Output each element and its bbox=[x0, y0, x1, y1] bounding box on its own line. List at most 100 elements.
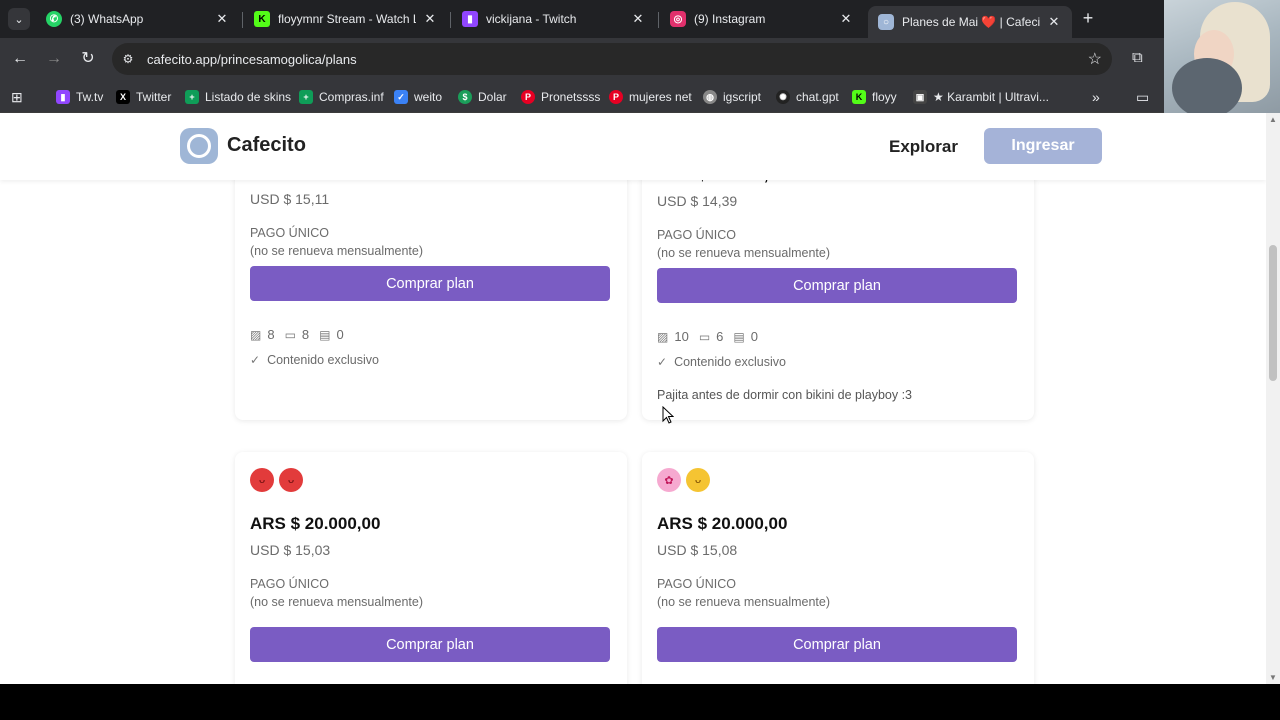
image-count: 10 bbox=[674, 329, 689, 344]
bookmark-item[interactable]: ▣ ★ Karambit | Ultravi... bbox=[913, 87, 1049, 107]
csfloat-icon: ▣ bbox=[913, 90, 927, 104]
bookmark-item[interactable]: $ Dolar bbox=[458, 87, 507, 107]
page-scrollbar[interactable]: ▲ ▼ bbox=[1266, 113, 1280, 684]
video-icon: ▭ bbox=[284, 327, 296, 342]
face-savoring-food-icon: ᴗ bbox=[686, 468, 710, 492]
tab-divider bbox=[658, 12, 659, 28]
tab-search-button[interactable]: ⌄ bbox=[8, 8, 30, 30]
bookmark-label: Dolar bbox=[478, 90, 507, 104]
tab-whatsapp[interactable]: ✆ (3) WhatsApp ✕ bbox=[36, 6, 240, 32]
image-icon: ▨ bbox=[250, 327, 262, 342]
address-bar[interactable]: ⚙ cafecito.app/princesamogolica/plans ☆ bbox=[112, 43, 1112, 75]
bookmark-item[interactable]: X Twitter bbox=[116, 87, 171, 107]
browser-toolbar: ← → ↻ ⚙ cafecito.app/princesamogolica/pl… bbox=[0, 38, 1164, 80]
explore-link[interactable]: Explorar bbox=[889, 137, 958, 157]
content-counts: ▨ 10 ▭ 6 ▤ 0 bbox=[657, 329, 768, 344]
new-tab-button[interactable]: + bbox=[1078, 8, 1098, 28]
whatsapp-icon: ✆ bbox=[46, 11, 62, 27]
exclusive-feature: ✓ Contenido exclusivo bbox=[250, 353, 379, 367]
bookmark-item[interactable]: + Listado de skins bbox=[185, 87, 291, 107]
vpn-icon: ✓ bbox=[394, 90, 408, 104]
payment-type: PAGO ÚNICO (no se renueva mensualmente) bbox=[657, 226, 830, 262]
usd-price: USD $ 15,08 bbox=[657, 542, 738, 558]
bookmark-label: Pronetssss bbox=[541, 90, 601, 104]
bookmark-item[interactable]: Pmujeres net bbox=[609, 87, 692, 107]
bookmark-item[interactable]: ✓ weito bbox=[394, 87, 442, 107]
payment-type: PAGO ÚNICO (no se renueva mensualmente) bbox=[250, 575, 423, 611]
site-header: Cafecito Explorar Ingresar bbox=[0, 113, 1266, 180]
plan-card: ᴗ ᴗ ARS $ 20.000,00 USD $ 15,03 PAGO ÚNI… bbox=[235, 452, 627, 684]
face-with-tongue-icon: ᴗ bbox=[279, 468, 303, 492]
forward-icon[interactable]: → bbox=[44, 49, 64, 69]
bookmark-item[interactable]: + Compras.inf bbox=[299, 87, 384, 107]
tab-kick[interactable]: K floyymnr Stream - Watch Live ✕ bbox=[244, 6, 448, 32]
file-count: 0 bbox=[336, 327, 344, 342]
tab-title: Planes de Mai ❤️ | Cafecito bbox=[902, 15, 1040, 29]
openai-icon: ✺ bbox=[776, 90, 790, 104]
bookmark-star-icon[interactable]: ☆ bbox=[1088, 49, 1102, 69]
bookmark-item[interactable]: P Pronetssss bbox=[521, 87, 600, 107]
cherry-blossom-icon: ✿ bbox=[657, 468, 681, 492]
video-count: 6 bbox=[716, 329, 724, 344]
bookmark-label: mujeres net bbox=[629, 90, 692, 104]
extensions-icon[interactable]: ⧉ bbox=[1132, 49, 1143, 66]
tab-cafecito[interactable]: ○ Planes de Mai ❤️ | Cafecito ✕ bbox=[868, 6, 1072, 38]
tab-title: floyymnr Stream - Watch Live bbox=[278, 12, 416, 26]
payment-type-label: PAGO ÚNICO bbox=[250, 577, 329, 591]
scrollbar-thumb[interactable] bbox=[1269, 245, 1277, 381]
scroll-down-icon[interactable]: ▼ bbox=[1269, 673, 1277, 682]
image-count: 8 bbox=[267, 327, 275, 342]
scroll-up-icon[interactable]: ▲ bbox=[1269, 115, 1277, 124]
video-icon: ▭ bbox=[698, 329, 711, 344]
close-icon[interactable]: ✕ bbox=[214, 11, 230, 27]
bottom-black-bar bbox=[0, 684, 1280, 720]
apps-icon[interactable]: ⊞ bbox=[11, 87, 23, 107]
bookmark-label: weito bbox=[414, 90, 443, 104]
pinterest-icon: P bbox=[521, 90, 535, 104]
plan-description: Pajita antes de dormir con bikini de pla… bbox=[657, 388, 913, 402]
web-page: Cafecito Explorar Ingresar USD $ 15,11 P… bbox=[0, 113, 1266, 684]
bookmark-item[interactable]: ✺ chat.gpt bbox=[776, 87, 839, 107]
sheets-icon: + bbox=[299, 90, 313, 104]
bookmark-item[interactable]: ◍ igscript bbox=[703, 87, 761, 107]
bookmark-item[interactable]: Kfloyy bbox=[852, 87, 897, 107]
kick-icon: K bbox=[852, 90, 866, 104]
site-info-icon[interactable]: ⚙ bbox=[118, 52, 138, 66]
more-bookmarks-icon[interactable]: » bbox=[1092, 87, 1100, 107]
url-text[interactable]: cafecito.app/princesamogolica/plans bbox=[147, 52, 357, 67]
brand-name[interactable]: Cafecito bbox=[227, 134, 306, 157]
reload-icon[interactable]: ↻ bbox=[78, 49, 98, 69]
tab-instagram[interactable]: ◎ (9) Instagram ✕ bbox=[660, 6, 864, 32]
buy-plan-button[interactable]: Comprar plan bbox=[657, 268, 1017, 303]
login-button[interactable]: Ingresar bbox=[984, 128, 1102, 164]
buy-plan-button[interactable]: Comprar plan bbox=[657, 627, 1017, 662]
dollar-icon: $ bbox=[458, 90, 472, 104]
instagram-icon: ◎ bbox=[670, 11, 686, 27]
bookmark-label: Twitter bbox=[136, 90, 172, 104]
twitch-icon: ▮ bbox=[56, 90, 70, 104]
close-icon[interactable]: ✕ bbox=[838, 11, 854, 27]
buy-plan-button[interactable]: Comprar plan bbox=[250, 627, 610, 662]
bookmark-label: Compras.inf bbox=[319, 90, 384, 104]
exclusive-label: Contenido exclusivo bbox=[674, 355, 786, 369]
close-icon[interactable]: ✕ bbox=[630, 11, 646, 27]
twitch-icon: ▮ bbox=[462, 11, 478, 27]
bookmark-label: floyy bbox=[872, 90, 897, 104]
tab-title: (3) WhatsApp bbox=[70, 12, 144, 26]
payment-type-label: PAGO ÚNICO bbox=[657, 577, 736, 591]
back-icon[interactable]: ← bbox=[10, 49, 30, 69]
file-icon: ▤ bbox=[319, 327, 331, 342]
buy-plan-button[interactable]: Comprar plan bbox=[250, 266, 610, 301]
sheets-icon: + bbox=[185, 90, 199, 104]
ars-price: ARS $ 20.000,00 bbox=[657, 514, 788, 533]
close-icon[interactable]: ✕ bbox=[422, 11, 438, 27]
x-icon: X bbox=[116, 90, 130, 104]
mouse-cursor-icon bbox=[662, 406, 674, 424]
exclusive-feature: ✓ Contenido exclusivo bbox=[657, 355, 786, 369]
close-icon[interactable]: ✕ bbox=[1046, 14, 1062, 30]
tab-strip: ⌄ ✆ (3) WhatsApp ✕ K floyymnr Stream - W… bbox=[0, 0, 1164, 38]
cafecito-logo-icon[interactable] bbox=[180, 128, 218, 164]
bookmark-item[interactable]: ▮ Tw.tv bbox=[56, 87, 103, 107]
tab-twitch[interactable]: ▮ vickijana - Twitch ✕ bbox=[452, 6, 656, 32]
folder-icon[interactable]: ▭ bbox=[1136, 87, 1149, 107]
